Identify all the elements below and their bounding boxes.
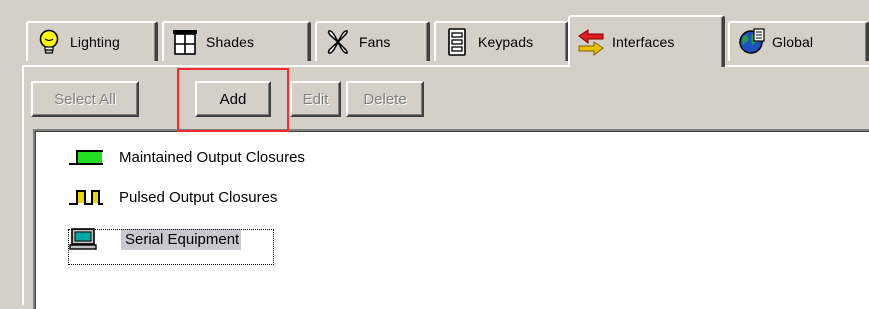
add-button[interactable]: Add xyxy=(195,81,271,117)
maintained-output-icon xyxy=(65,145,107,169)
tab-lighting-label: Lighting xyxy=(70,34,120,50)
add-label: Add xyxy=(219,90,247,108)
tab-shades-label: Shades xyxy=(206,34,255,50)
tab-strip: Lighting Shades Fans Keypads Interfaces … xyxy=(26,15,869,67)
interfaces-icon xyxy=(576,27,606,57)
edit-button[interactable]: Edit xyxy=(290,81,341,117)
tab-keypads[interactable]: Keypads xyxy=(434,21,569,61)
keypad-icon xyxy=(442,27,472,57)
serial-equipment-icon xyxy=(67,227,109,251)
list-item-label: Serial Equipment xyxy=(121,228,242,250)
tab-global-label: Global xyxy=(772,34,814,50)
tab-interfaces-label: Interfaces xyxy=(612,34,675,50)
tab-keypads-label: Keypads xyxy=(478,34,534,50)
list-item-label: Pulsed Output Closures xyxy=(119,188,278,206)
delete-label: Delete xyxy=(363,90,407,108)
list-item-maintained-output-closures[interactable]: Maintained Output Closures xyxy=(65,141,309,173)
tab-fans-label: Fans xyxy=(359,34,391,50)
list-item-pulsed-output-closures[interactable]: Pulsed Output Closures xyxy=(65,181,281,213)
tab-lighting[interactable]: Lighting xyxy=(26,21,158,61)
globe-icon xyxy=(736,27,766,57)
list-item-serial-equipment[interactable]: Serial Equipment xyxy=(67,223,245,255)
pulsed-output-icon xyxy=(65,185,107,209)
interfaces-window: Lighting Shades Fans Keypads Interfaces … xyxy=(0,0,869,309)
fan-icon xyxy=(323,27,353,57)
lightbulb-icon xyxy=(34,27,64,57)
delete-button[interactable]: Delete xyxy=(346,81,424,117)
tab-shades[interactable]: Shades xyxy=(162,21,311,61)
interface-list[interactable]: Maintained Output Closures Pulsed Output… xyxy=(33,129,869,309)
select-all-button[interactable]: Select All xyxy=(31,81,139,117)
edit-label: Edit xyxy=(302,90,329,108)
tab-interfaces[interactable]: Interfaces xyxy=(568,15,725,67)
tab-fans[interactable]: Fans xyxy=(315,21,430,61)
list-item-label: Maintained Output Closures xyxy=(119,148,305,166)
shades-icon xyxy=(170,27,200,57)
select-all-label: Select All xyxy=(54,90,116,108)
tab-global[interactable]: Global xyxy=(728,21,869,61)
